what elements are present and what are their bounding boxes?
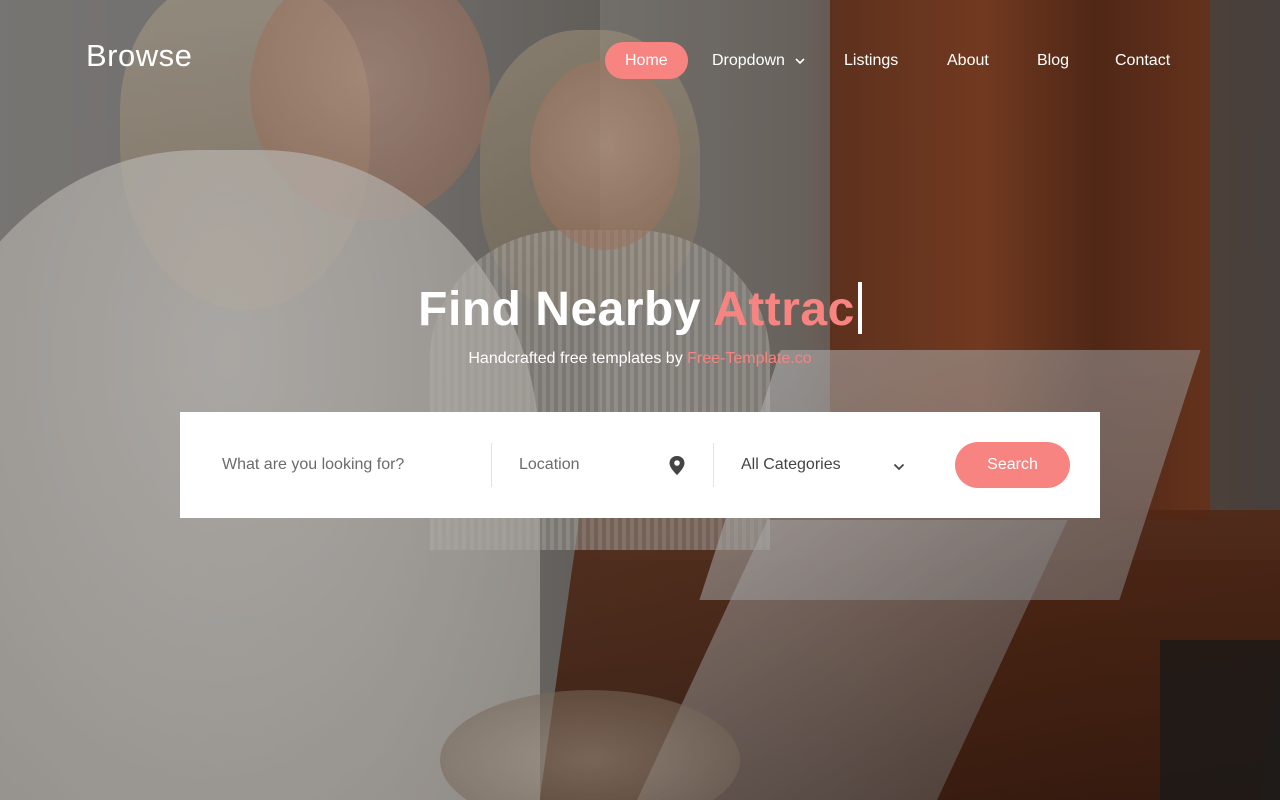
hero-section: Browse Home Dropdown Listings About Blog… xyxy=(0,0,1280,800)
search-button[interactable]: Search xyxy=(955,442,1070,488)
category-select[interactable]: All Categories xyxy=(741,412,916,518)
subtitle-link[interactable]: Free-Template.co xyxy=(687,350,812,367)
field-divider xyxy=(491,443,492,487)
location-placeholder: Location xyxy=(519,456,580,473)
typing-caret xyxy=(857,282,862,335)
category-selected-value: All Categories xyxy=(741,456,841,473)
keyword-field[interactable]: What are you looking for? xyxy=(222,412,482,518)
chevron-down-icon xyxy=(795,42,805,79)
nav-item-contact[interactable]: Contact xyxy=(1115,42,1170,79)
nav-item-about[interactable]: About xyxy=(947,42,989,79)
chevron-down-icon xyxy=(893,458,905,476)
map-pin-icon xyxy=(669,456,685,480)
hero-headline: Find Nearby Attrac xyxy=(0,282,1280,338)
subtitle-text: Handcrafted free templates by xyxy=(468,350,688,367)
search-form: What are you looking for? Location All C… xyxy=(180,412,1100,518)
dark-overlay xyxy=(0,0,1280,800)
keyword-input[interactable] xyxy=(222,412,482,518)
field-divider xyxy=(713,443,714,487)
nav-item-label: Dropdown xyxy=(712,52,785,69)
hero-subtitle: Handcrafted free templates by Free-Templ… xyxy=(0,350,1280,368)
nav-item-home[interactable]: Home xyxy=(605,42,688,79)
nav-item-blog[interactable]: Blog xyxy=(1037,42,1069,79)
nav-item-listings[interactable]: Listings xyxy=(844,42,898,79)
headline-text: Find Nearby xyxy=(418,283,714,336)
nav-item-dropdown[interactable]: Dropdown xyxy=(712,42,805,79)
headline-typed-text: Attrac xyxy=(713,283,855,336)
main-nav: Home Dropdown Listings About Blog Contac… xyxy=(0,42,1280,79)
